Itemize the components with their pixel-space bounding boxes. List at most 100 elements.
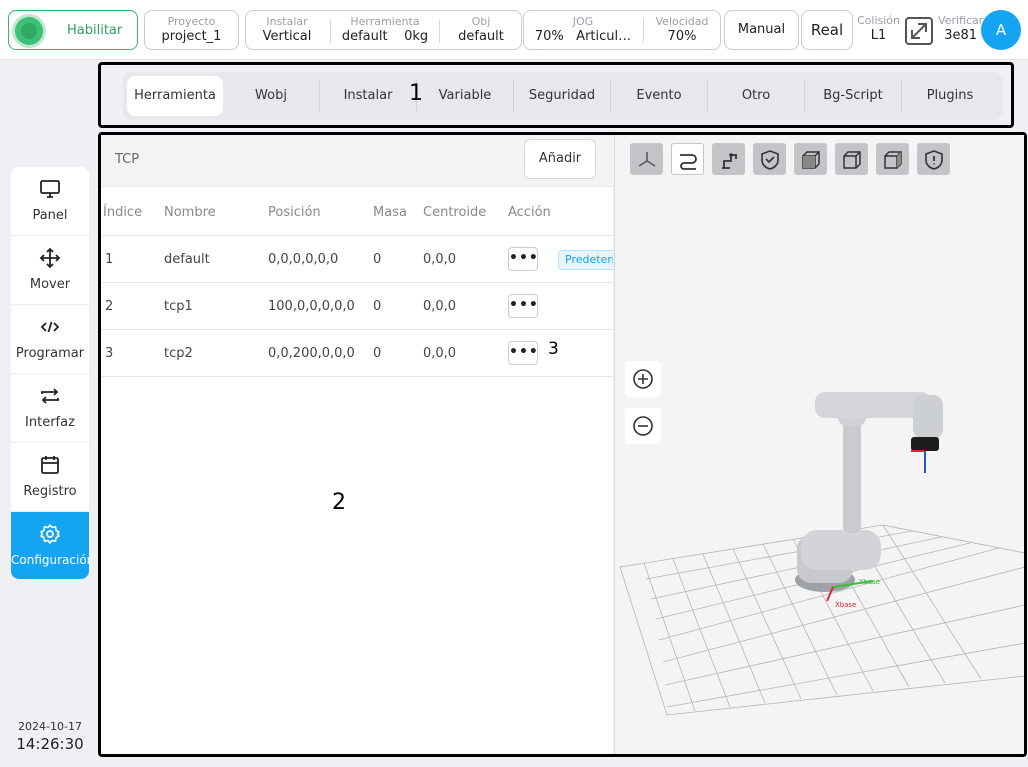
enable-label: Habilitar [67, 23, 123, 38]
real-mode-button[interactable]: Real [801, 10, 853, 50]
zoom-out-button[interactable] [625, 408, 661, 444]
more-actions-button[interactable]: ••• [508, 294, 538, 318]
jog-speed-group[interactable]: JOG 70% Articul… Velocidad 70% [523, 10, 721, 50]
more-actions-button[interactable]: ••• [508, 341, 538, 365]
annotation-marker-2: 2 [332, 490, 346, 515]
tcp-panel-header: TCP Añadir [101, 135, 613, 187]
annotation-marker-1: 1 [409, 81, 423, 106]
tab-install[interactable]: Instalar [320, 76, 416, 116]
sidebar-item-label: Interfaz [25, 415, 75, 430]
more-actions-button[interactable]: ••• [508, 247, 538, 271]
collision-value: L1 [870, 28, 887, 43]
cell-position: 0,0,200,0,0,0 [268, 346, 355, 361]
default-badge: Predeterminado [558, 250, 613, 270]
sidebar-item-move[interactable]: Mover [11, 236, 89, 305]
project-selector[interactable]: Proyecto project_1 [144, 10, 239, 50]
tab-event[interactable]: Evento [611, 76, 707, 116]
tab-bg-script[interactable]: Bg-Script [805, 76, 901, 116]
sidebar-item-interface[interactable]: Interfaz [11, 374, 89, 443]
base-y-label: Ybase [858, 578, 880, 586]
monitor-icon [40, 180, 60, 198]
exchange-icon [41, 388, 59, 404]
robot-icon [722, 153, 737, 169]
cell-name: tcp2 [164, 346, 193, 361]
top-status-bar: Habilitar Proyecto project_1 Instalar Ve… [0, 0, 1028, 60]
cell-mass: 0 [373, 299, 382, 314]
side-view-button[interactable] [876, 143, 909, 175]
zoom-out-icon [633, 416, 653, 436]
tool-mass: 0kg [404, 29, 429, 44]
sidebar-item-panel[interactable]: Panel [11, 167, 89, 236]
path-view-button[interactable] [671, 143, 704, 175]
tab-tool[interactable]: Herramienta [127, 76, 223, 116]
install-value: Vertical [262, 29, 312, 44]
clock-date: 2024-10-17 [18, 720, 82, 733]
column-header-name: Nombre [164, 205, 216, 220]
sidebar-item-label: Programar [15, 346, 85, 361]
zoom-in-button[interactable] [625, 361, 661, 397]
cell-centroid: 0,0,0 [423, 299, 457, 314]
zoom-in-icon [633, 369, 653, 389]
iso-view-button[interactable] [835, 143, 868, 175]
tool-label: Herramienta [350, 15, 420, 28]
column-header-centroid: Centroide [423, 205, 487, 220]
tool-value: default 0kg [332, 28, 438, 46]
sidebar-item-label: Registro [23, 484, 77, 499]
tab-other[interactable]: Otro [708, 76, 804, 116]
front-view-button[interactable] [794, 143, 827, 175]
tab-safety[interactable]: Seguridad [514, 76, 610, 116]
code-icon [40, 321, 60, 333]
robot-tool [911, 437, 939, 451]
manual-mode-button[interactable]: Manual [724, 10, 799, 50]
cell-centroid: 0,0,0 [423, 252, 457, 267]
table-row[interactable]: 2 tcp1 100,0,0,0,0,0 0 0,0,0 ••• [101, 283, 613, 330]
robot-3d-view[interactable]: Ybase Xbase [614, 135, 1024, 754]
cube-outline-icon [843, 151, 861, 169]
column-header-mass: Masa [373, 205, 407, 220]
table-row[interactable]: 3 tcp2 0,0,200,0,0,0 0 0,0,0 ••• 3 [101, 330, 613, 377]
gear-icon [40, 524, 60, 544]
sidebar-item-program[interactable]: Programar [11, 305, 89, 374]
project-label: Proyecto [167, 15, 216, 28]
jog-mode: Articul… [576, 29, 632, 44]
safety-alert-view-button[interactable] [917, 143, 950, 175]
column-header-action: Acción [508, 205, 551, 220]
install-label: Instalar [266, 15, 308, 28]
cell-name: default [164, 252, 210, 267]
robot-shoulder [801, 530, 881, 570]
cell-centroid: 0,0,0 [423, 346, 457, 361]
cell-mass: 0 [373, 252, 382, 267]
user-avatar[interactable]: A [981, 10, 1021, 50]
column-header-position: Posición [268, 205, 321, 220]
add-tcp-button[interactable]: Añadir [524, 139, 596, 179]
tool-name: default [341, 29, 388, 44]
settings-tab-bar: Herramienta Wobj Instalar Variable Segur… [123, 72, 1002, 120]
verify-code[interactable]: Verificar 3e81 [938, 14, 983, 45]
divider [330, 19, 331, 43]
sidebar-item-label: Mover [29, 277, 71, 292]
axes-view-button[interactable] [630, 143, 663, 175]
enable-button[interactable]: Habilitar [8, 10, 138, 50]
tab-variable[interactable]: Variable [417, 76, 513, 116]
enable-status-indicator [15, 17, 43, 45]
project-value: project_1 [161, 29, 222, 44]
cell-mass: 0 [373, 346, 382, 361]
table-row[interactable]: 1 default 0,0,0,0,0,0 0 0,0,0 ••• Predet… [101, 236, 613, 283]
robot-scene: Ybase Xbase [619, 392, 1024, 716]
cell-position: 100,0,0,0,0,0 [268, 299, 355, 314]
expand-icon[interactable] [904, 16, 934, 46]
tab-wobj[interactable]: Wobj [223, 76, 319, 116]
sidebar-item-log[interactable]: Registro [11, 443, 89, 512]
robot-view-button[interactable] [712, 143, 745, 175]
sidebar-item-settings[interactable]: Configuración [11, 512, 89, 579]
speed-value: 70% [667, 29, 697, 44]
safety-check-view-button[interactable] [753, 143, 786, 175]
calendar-icon [41, 456, 59, 474]
tab-plugins[interactable]: Plugins [902, 76, 998, 116]
obj-label: Obj [471, 15, 491, 28]
install-tool-obj-group[interactable]: Instalar Vertical Herramienta default 0k… [245, 10, 522, 50]
tcp-panel: TCP Añadir Índice Nombre Posición Masa C… [101, 135, 613, 754]
collision-level[interactable]: Colisión L1 [857, 14, 900, 45]
panel-title: TCP [115, 152, 140, 167]
axes-icon [638, 152, 656, 167]
